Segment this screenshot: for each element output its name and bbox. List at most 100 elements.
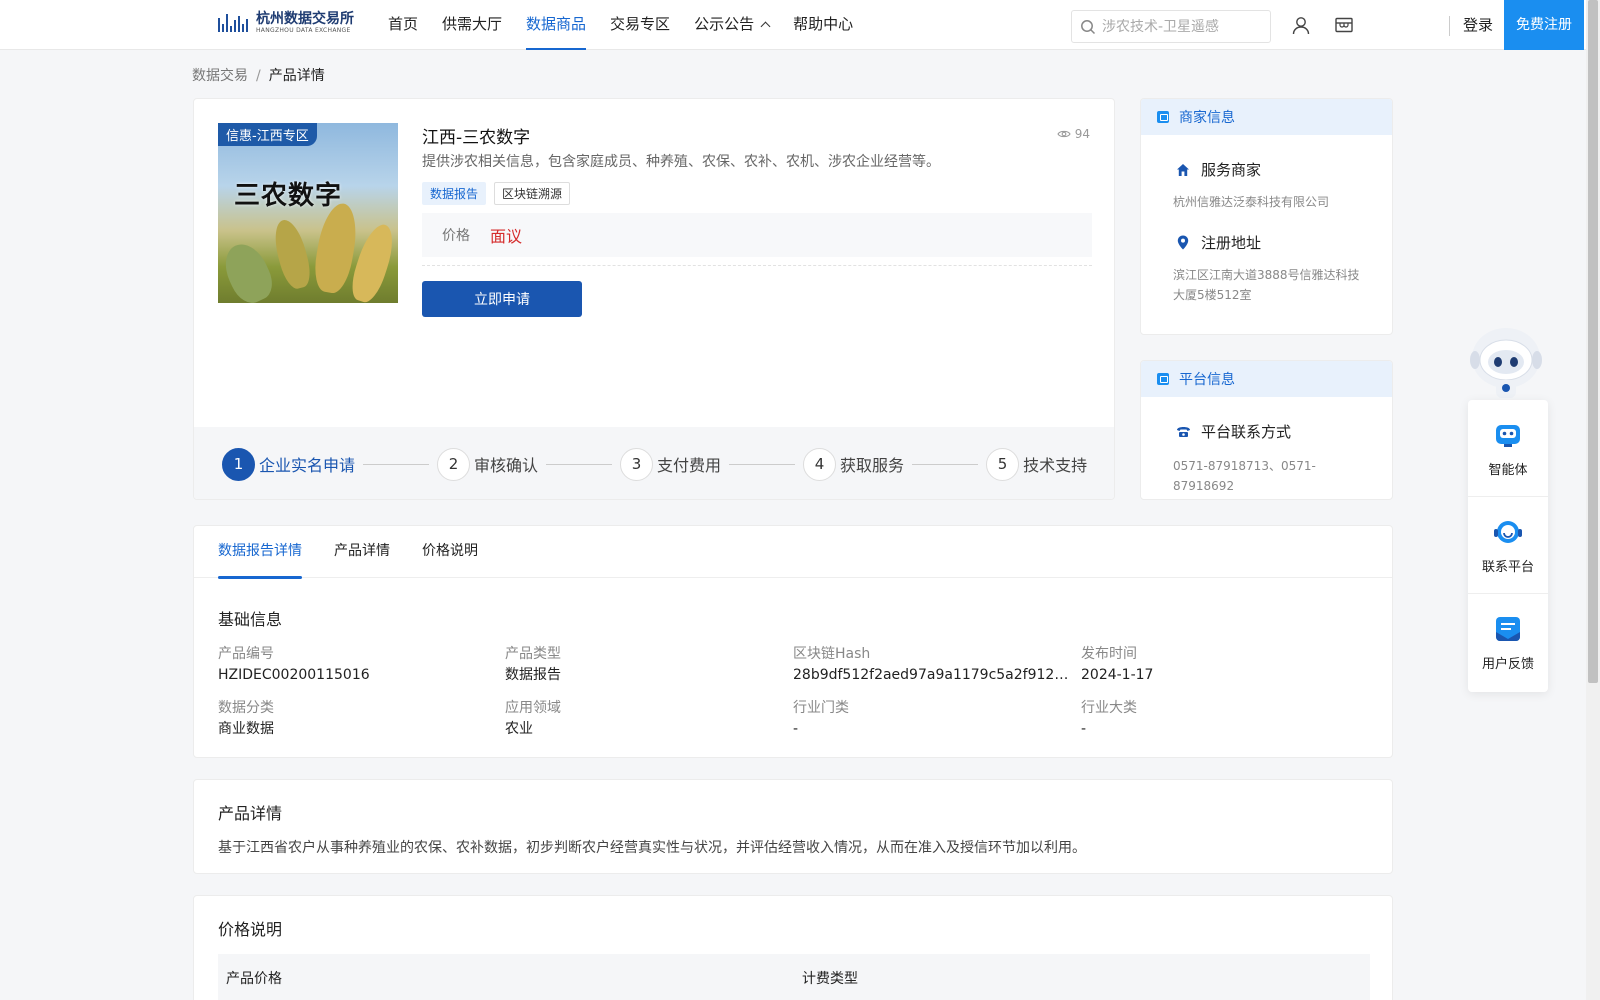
feedback-mail-icon [1496,617,1520,641]
chevron-up-icon [760,21,771,32]
product-image: 信惠-江西专区 三农数字 [218,123,398,303]
float-contact-label: 联系平台 [1481,559,1534,575]
nav-announcements[interactable]: 公示公告 [694,0,771,50]
float-feedback-label: 用户反馈 [1481,657,1534,672]
breadcrumb-root[interactable]: 数据交易 [192,68,248,84]
search-box [1071,10,1271,43]
info-square-icon [1157,373,1169,385]
nav-data-products[interactable]: 数据商品 [526,0,587,50]
info-value: 2024-1-17 [1081,667,1154,683]
product-detail-title: 产品详情 [218,804,283,823]
view-count: 94 [1057,127,1090,141]
info-key: 数据分类 [218,700,274,716]
product-title: 江西-三农数字 [422,128,531,148]
view-count-value: 94 [1074,127,1090,141]
scrollbar-track[interactable] [1586,0,1600,1000]
step-3: 3 支付费用 [620,447,722,481]
detail-tabs-card: 数据报告详情 产品详情 价格说明 基础信息 产品编号 HZIDEC00200115… [193,525,1393,758]
search-input[interactable] [1102,18,1262,35]
tab-data-report-detail[interactable]: 数据报告详情 [218,526,302,579]
breadcrumb-separator: / [256,68,261,84]
step-label: 支付费用 [657,456,722,475]
info-value: 商业数据 [218,721,274,737]
apply-button[interactable]: 立即申请 [422,281,582,317]
headset-icon [1494,520,1522,543]
step-label: 技术支持 [1023,456,1088,475]
login-link[interactable]: 登录 [1463,0,1493,50]
breadcrumb: 数据交易 / 产品详情 [192,65,325,85]
price-info-title: 价格说明 [218,920,283,939]
floating-service-panel: 智能体 联系平台 用户反馈 [1468,400,1548,692]
platform-contact-title: 平台联系方式 [1175,421,1392,442]
location-pin-icon [1175,235,1191,251]
info-key: 产品类型 [505,646,561,662]
telephone-icon [1175,424,1191,440]
service-merchant-title: 服务商家 [1175,159,1392,180]
info-blockchain-hash: 区块链Hash 28b9df512f2aed97a9a1179c5a2f91283… [793,644,1081,686]
info-key: 发布时间 [1081,646,1137,662]
dashed-divider [422,265,1092,266]
step-number: 2 [437,447,471,481]
product-card: 信惠-江西专区 三农数字 江西-三农数字 94 提供涉农相关信息，包含家庭成员、… [193,98,1115,500]
merchant-info-header: 商家信息 [1141,99,1392,135]
nav-trade-zone[interactable]: 交易专区 [610,0,670,50]
robot-assistant-icon[interactable] [1466,324,1546,402]
registered-address-value: 滨江区江南大道3888号信雅达科技大厦5楼512室 [1173,268,1360,302]
step-connector [546,463,613,465]
header-divider [1449,16,1450,36]
float-agent-button[interactable]: 智能体 [1468,400,1548,497]
info-industry-division: 行业大类 - [1081,698,1378,740]
info-key: 行业大类 [1081,700,1137,716]
store-icon[interactable] [1334,15,1354,35]
register-button[interactable]: 免费注册 [1504,0,1584,50]
float-agent-label: 智能体 [1488,462,1528,478]
step-4: 4 获取服务 [803,447,905,481]
float-contact-button[interactable]: 联系平台 [1468,497,1548,594]
service-merchant-value: 杭州信雅达泛泰科技有限公司 [1173,195,1330,209]
tag-data-report: 数据报告 [422,182,487,205]
info-product-type: 产品类型 数据报告 [505,644,793,686]
price-label: 价格 [442,228,470,244]
basic-info-grid: 产品编号 HZIDEC00200115016 产品类型数据报告 区块链Hash 28… [218,644,1378,740]
step-1: 1 企业实名申请 [222,447,356,481]
platform-contact-label: 平台联系方式 [1201,423,1292,441]
logo-name-cn: 杭州数据交易所 [256,11,354,27]
merchant-info-card: 商家信息 服务商家 杭州信雅达泛泰科技有限公司 注册地址 滨江区江南大道3888… [1140,98,1393,335]
nav-help[interactable]: 帮助中心 [793,0,853,50]
platform-info-header: 平台信息 [1141,361,1392,397]
info-key: 应用领域 [505,700,561,716]
info-key: 行业门类 [793,700,849,716]
nav-home[interactable]: 首页 [388,0,418,50]
step-number: 1 [222,447,255,481]
nav-supply-demand[interactable]: 供需大厅 [442,0,502,50]
registered-address-title: 注册地址 [1175,232,1392,253]
tab-price-info[interactable]: 价格说明 [422,526,478,578]
tab-product-detail[interactable]: 产品详情 [334,526,390,578]
info-value: - [1081,721,1087,737]
service-merchant-label: 服务商家 [1201,161,1262,179]
scrollbar-thumb[interactable] [1588,0,1598,683]
image-tag: 信惠-江西专区 [218,123,317,146]
info-data-category: 数据分类 商业数据 [218,698,505,740]
float-feedback-button[interactable]: 用户反馈 [1468,594,1548,691]
step-label: 企业实名申请 [259,456,356,475]
step-5: 5 技术支持 [986,447,1088,481]
step-number: 4 [803,447,837,481]
info-application-field: 应用领域 农业 [505,698,793,740]
process-steps: 1 企业实名申请 2 审核确认 3 支付费用 4 获取服务 5 技术支持 [194,427,1114,499]
site-logo[interactable]: 杭州数据交易所 HANGZHOU DATA EXCHANGE [218,11,354,35]
price-info-card: 价格说明 产品价格 计费类型 [193,895,1393,1000]
info-product-id: 产品编号 HZIDEC00200115016 [218,644,505,686]
logo-mark-icon [218,12,252,34]
product-detail-card: 产品详情 基于江西省农户从事种养殖业的农保、农补数据，初步判断农户经营真实性与状… [193,779,1393,874]
breadcrumb-current: 产品详情 [268,68,325,84]
info-value: 数据报告 [505,667,561,683]
step-label: 审核确认 [474,456,539,475]
product-detail-text: 基于江西省农户从事种养殖业的农保、农补数据，初步判断农户经营真实性与状况，并评估… [218,840,1086,856]
platform-info-card: 平台信息 平台联系方式 0571-87918713、0571-87918692 [1140,360,1393,500]
price-value: 面议 [490,227,523,246]
info-value: - [793,721,799,737]
logo-name-en: HANGZHOU DATA EXCHANGE [256,27,351,34]
user-icon[interactable] [1291,15,1311,35]
step-label: 获取服务 [840,456,905,475]
